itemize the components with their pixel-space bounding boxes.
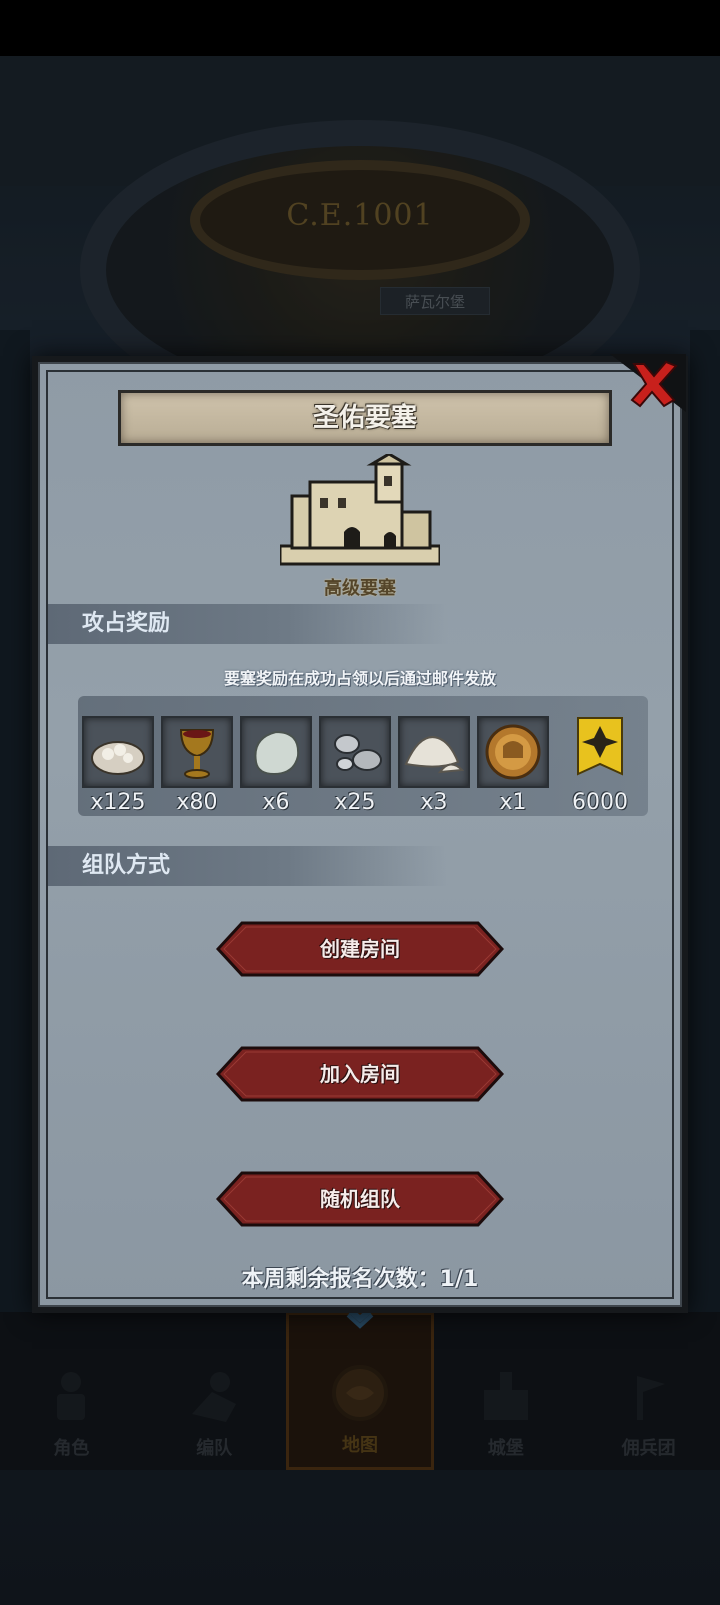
dialog-title: 圣佑要塞 [312, 403, 417, 433]
reward-quantity: x80 [176, 790, 218, 815]
reward-item[interactable]: x125 [82, 716, 154, 815]
team-section-title: 组队方式 [82, 853, 171, 878]
title-banner: 圣佑要塞 [118, 390, 612, 446]
salt-pile-icon [404, 736, 465, 774]
reward-quantity: x125 [90, 790, 146, 815]
reward-slot [161, 716, 233, 788]
stone-icon [254, 730, 300, 776]
reward-quantity: x25 [334, 790, 376, 815]
reward-item[interactable]: x1 [477, 716, 549, 815]
create-room-label: 创建房间 [320, 937, 400, 961]
reward-quantity: x1 [499, 790, 527, 815]
reward-slot [564, 716, 636, 788]
team-section-header: 组队方式 [48, 846, 448, 886]
rewards-section-title: 攻占奖励 [82, 611, 171, 636]
reward-note: 要塞奖励在成功占领以后通过邮件发放 [223, 669, 496, 688]
create-room-button[interactable]: 创建房间 [216, 921, 504, 977]
status-bar [0, 0, 720, 56]
goblet-icon [179, 729, 215, 779]
reward-item[interactable]: x80 [161, 716, 233, 815]
close-button[interactable] [606, 354, 686, 416]
fortress-type-label: 高级要塞 [324, 578, 396, 599]
reward-item[interactable]: 6000 [564, 716, 636, 815]
reward-quantity: 6000 [572, 790, 628, 815]
join-room-button[interactable]: 加入房间 [216, 1046, 504, 1102]
reward-slot [240, 716, 312, 788]
silver-ore-icon [334, 734, 382, 771]
gem-pile-icon [91, 741, 145, 775]
random-team-button[interactable]: 随机组队 [216, 1171, 504, 1227]
rewards-section-header: 攻占奖励 [48, 604, 448, 644]
reward-slot [82, 716, 154, 788]
reward-quantity: x3 [420, 790, 448, 815]
reward-item[interactable]: x25 [319, 716, 391, 815]
reward-item[interactable]: x3 [398, 716, 470, 815]
random-team-label: 随机组队 [320, 1187, 400, 1211]
fortress-castle-icon [280, 454, 440, 566]
rank-badge-icon [577, 717, 623, 776]
signup-remaining-text: 本周剩余报名次数：1/1 [241, 1267, 479, 1292]
reward-slot [398, 716, 470, 788]
reward-item[interactable]: x6 [240, 716, 312, 815]
close-icon [610, 354, 686, 412]
reward-slot [319, 716, 391, 788]
knight-medal-icon [485, 724, 541, 780]
reward-slot [477, 716, 549, 788]
join-room-label: 加入房间 [320, 1062, 400, 1086]
reward-quantity: x6 [262, 790, 290, 815]
